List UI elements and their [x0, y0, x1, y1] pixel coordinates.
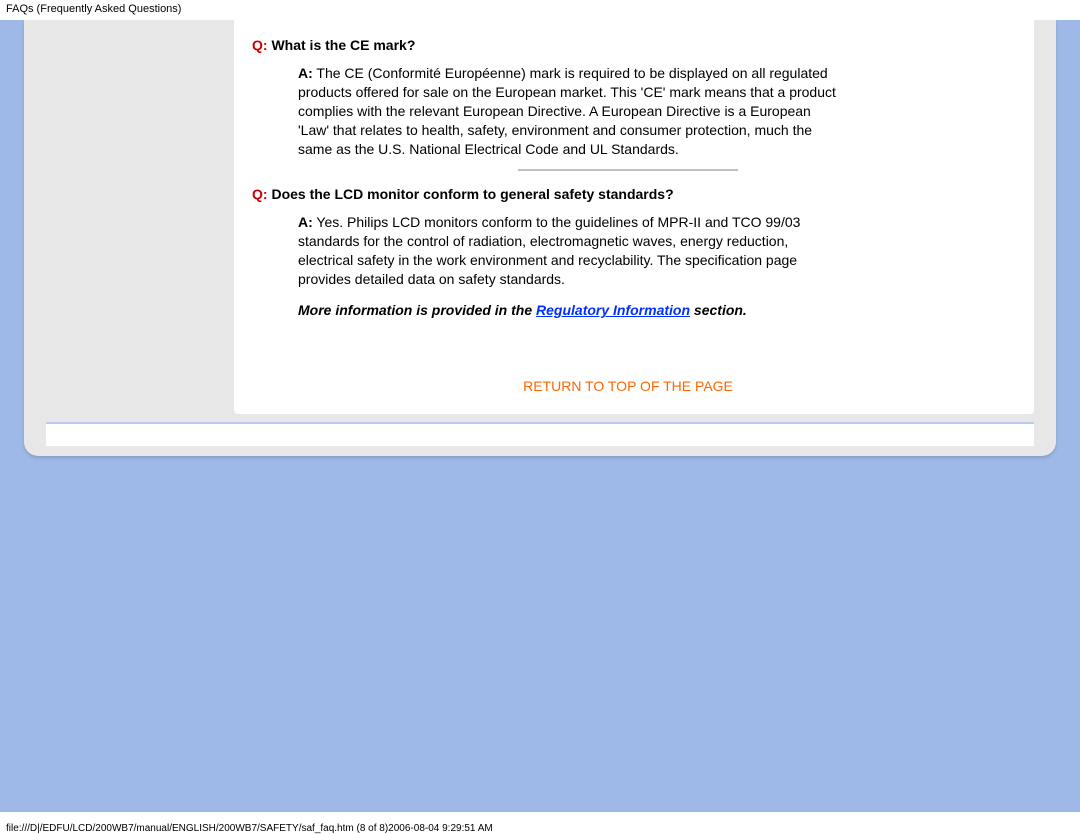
more-info-post: section.: [690, 302, 747, 318]
a-text: The CE (Conformité Européenne) mark is r…: [298, 65, 836, 157]
a-prefix: A:: [298, 214, 313, 230]
faq-question-2: Q: Does the LCD monitor conform to gener…: [252, 185, 1004, 203]
q-text: What is the CE mark?: [268, 37, 416, 53]
a-prefix: A:: [298, 65, 313, 81]
q-text: Does the LCD monitor conform to general …: [268, 186, 674, 202]
outer-background: Q: What is the CE mark? A: The CE (Confo…: [0, 20, 1080, 812]
footer-file-path: file:///D|/EDFU/LCD/200WB7/manual/ENGLIS…: [0, 823, 493, 834]
more-info-pre: More information is provided in the: [298, 302, 536, 318]
return-to-top-link[interactable]: RETURN TO TOP OF THE PAGE: [523, 378, 733, 394]
bottom-bar: [46, 424, 1034, 446]
q-prefix: Q:: [252, 37, 268, 53]
content-panel: Q: What is the CE mark? A: The CE (Confo…: [234, 20, 1034, 414]
a-text: Yes. Philips LCD monitors conform to the…: [298, 214, 800, 287]
separator: [518, 169, 738, 171]
faq-answer-1: A: The CE (Conformité Européenne) mark i…: [298, 64, 838, 158]
page-header-strip: FAQs (Frequently Asked Questions): [0, 0, 1080, 18]
faq-answer-2: A: Yes. Philips LCD monitors conform to …: [298, 213, 838, 289]
return-top-container: RETURN TO TOP OF THE PAGE: [252, 378, 1004, 394]
gray-panel: Q: What is the CE mark? A: The CE (Confo…: [24, 20, 1056, 456]
faq-question-1: Q: What is the CE mark?: [252, 36, 1004, 54]
more-info-line: More information is provided in the Regu…: [298, 302, 1004, 318]
regulatory-information-link[interactable]: Regulatory Information: [536, 302, 690, 318]
q-prefix: Q:: [252, 186, 268, 202]
